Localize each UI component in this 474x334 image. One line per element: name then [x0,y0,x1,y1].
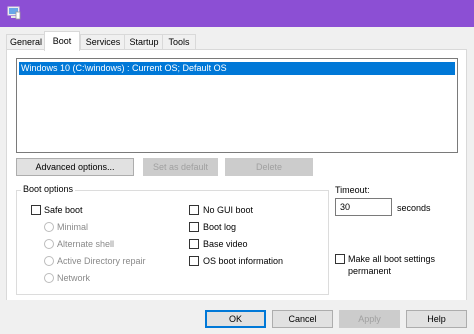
help-button[interactable]: Help [406,310,467,328]
base-video-label: Base video [203,239,248,249]
network-label: Network [57,273,91,283]
make-permanent-label-line2: permanent [348,266,392,276]
safe-boot-label: Safe boot [44,205,83,215]
delete-button[interactable]: Delete [225,158,313,176]
set-as-default-button[interactable]: Set as default [143,158,218,176]
make-permanent-checkbox[interactable] [335,254,345,264]
base-video-checkbox[interactable] [189,239,199,249]
timeout-unit-label: seconds [397,203,431,213]
network-radio[interactable] [44,273,54,283]
make-permanent-label-line1: Make all boot settings [348,254,436,264]
active-directory-repair-label: Active Directory repair [57,256,146,266]
tab-boot[interactable]: Boot [44,31,80,51]
boot-options-legend: Boot options [21,184,76,194]
tab-tools[interactable]: Tools [162,34,196,50]
os-list-item[interactable]: Windows 10 (C:\windows) : Current OS; De… [19,62,455,75]
tab-services[interactable]: Services [80,34,126,50]
os-boot-information-checkbox[interactable] [189,256,199,266]
alternate-shell-label: Alternate shell [57,239,115,249]
safe-boot-checkbox[interactable] [31,205,41,215]
alternate-shell-radio[interactable] [44,239,54,249]
no-gui-boot-label: No GUI boot [203,205,254,215]
tab-general[interactable]: General [6,34,46,50]
cancel-button[interactable]: Cancel [272,310,333,328]
os-boot-information-label: OS boot information [203,256,284,266]
timeout-input[interactable]: 30 [335,198,392,216]
os-list[interactable]: Windows 10 (C:\windows) : Current OS; De… [16,58,458,153]
active-directory-repair-radio[interactable] [44,256,54,266]
apply-button[interactable]: Apply [339,310,400,328]
system-configuration-icon [7,6,21,20]
no-gui-boot-checkbox[interactable] [189,205,199,215]
minimal-radio[interactable] [44,222,54,232]
advanced-options-button[interactable]: Advanced options... [16,158,134,176]
tab-startup[interactable]: Startup [124,34,164,50]
title-bar [0,0,474,27]
ok-button[interactable]: OK [205,310,266,328]
minimal-label: Minimal [57,222,89,232]
boot-log-label: Boot log [203,222,237,232]
timeout-label: Timeout: [335,185,370,195]
tab-bar: General Boot Services Startup Tools [0,31,474,51]
boot-log-checkbox[interactable] [189,222,199,232]
